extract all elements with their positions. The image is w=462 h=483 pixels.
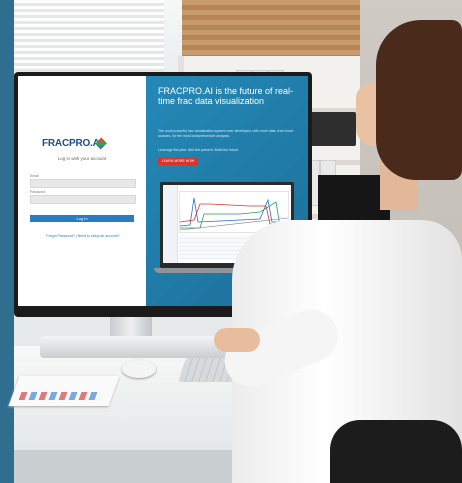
- forgot-password-link[interactable]: Forgot Password?: [46, 234, 74, 238]
- promo-description: The most powerful frac visualization sys…: [158, 129, 294, 138]
- promo-headline: FRACPRO.AI is the future of real-time fr…: [158, 86, 294, 106]
- link-separator: |: [75, 234, 77, 238]
- paper-chart-graphic: [18, 392, 102, 400]
- window-blind: [14, 0, 164, 78]
- password-field[interactable]: [30, 195, 136, 204]
- office-chair: [330, 420, 462, 483]
- office-photo: FRACPRO.AI Log in with your account Emai…: [0, 0, 462, 483]
- learn-more-button[interactable]: LEARN MORE NOW: [158, 158, 198, 165]
- login-links: Forgot Password? | Need to setup an acco…: [24, 234, 142, 238]
- promo-tagline: Leverage the past. See the present. Buil…: [158, 148, 240, 152]
- woman-hand: [214, 328, 260, 352]
- monitor-stand-base: [40, 336, 240, 358]
- email-label: Email: [30, 174, 39, 178]
- woman-hair: [376, 20, 462, 180]
- laptop-sidebar: [163, 185, 178, 263]
- fracpro-logo: FRACPRO.AI: [42, 138, 103, 149]
- login-subtitle: Log in with your account: [57, 156, 107, 161]
- login-panel: FRACPRO.AI Log in with your account Emai…: [18, 76, 146, 306]
- email-field[interactable]: [30, 179, 136, 188]
- printed-chart-papers: [8, 376, 120, 406]
- computer-mouse: [122, 360, 156, 378]
- password-label: Password: [30, 190, 46, 194]
- left-border-strip: [0, 0, 14, 483]
- setup-account-link[interactable]: Need to setup an account?: [78, 234, 120, 238]
- chart-line-blue: [179, 197, 288, 227]
- login-button[interactable]: Log In: [30, 215, 134, 222]
